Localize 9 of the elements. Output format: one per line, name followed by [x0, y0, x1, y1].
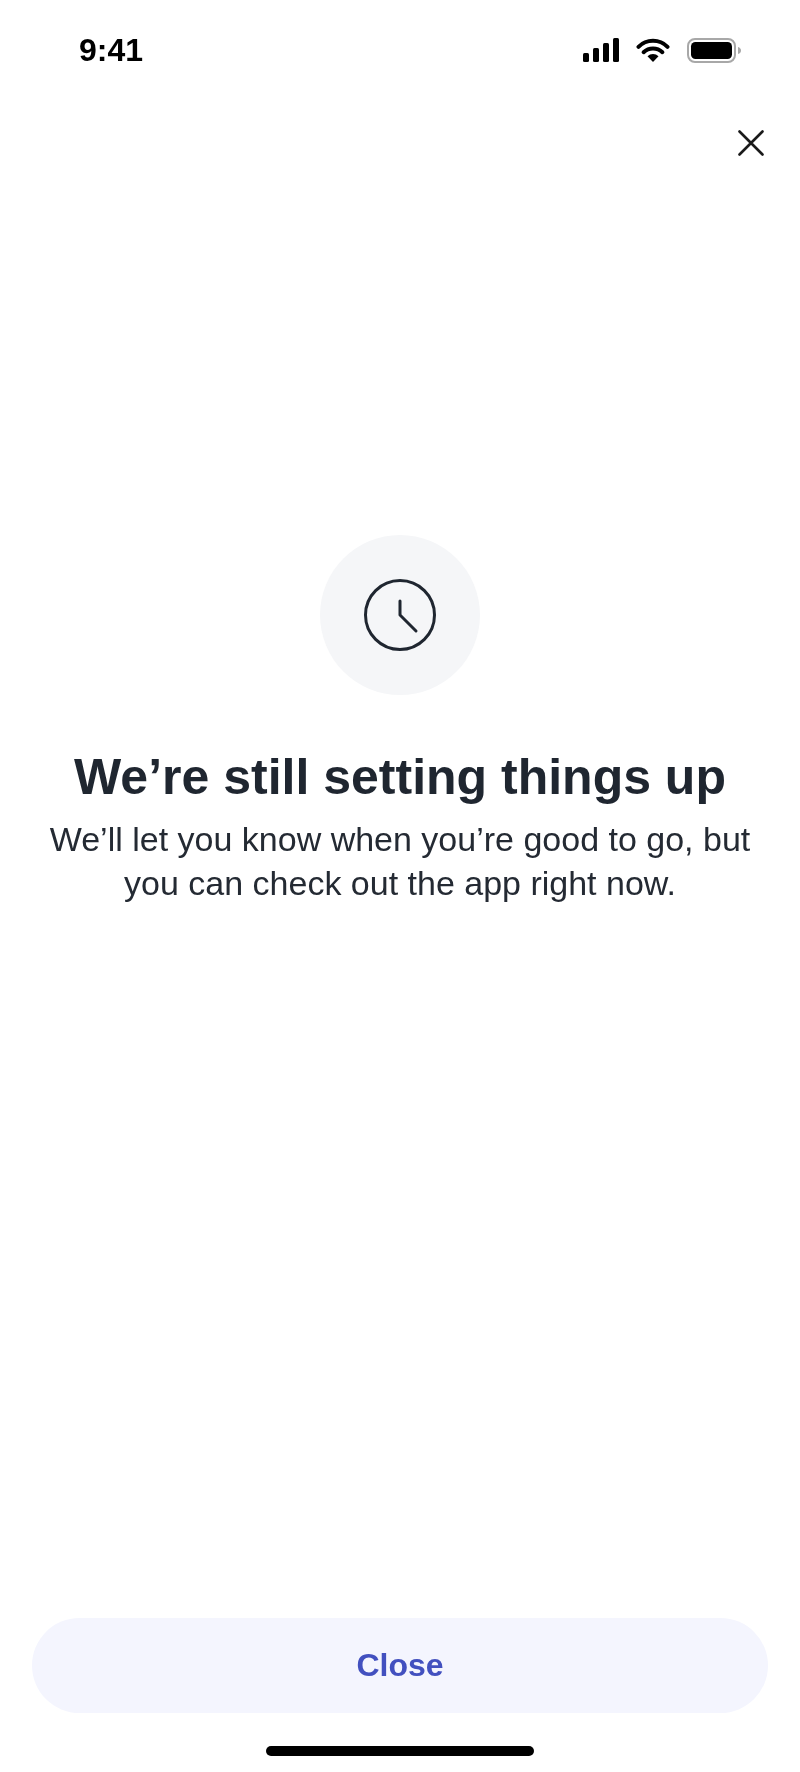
clock-icon — [320, 535, 480, 695]
clock-time: 9:41 — [79, 32, 144, 68]
notice-message: We’ll let you know when you’re good to go, but you can check out the app right now. — [48, 819, 752, 904]
wifi-icon — [636, 38, 670, 62]
close-button[interactable]: Close — [32, 1618, 768, 1713]
close-icon[interactable] — [738, 130, 764, 156]
battery-icon — [687, 37, 741, 63]
signal-icon — [583, 38, 619, 62]
notice-title: We’re still setting things up — [74, 748, 726, 807]
